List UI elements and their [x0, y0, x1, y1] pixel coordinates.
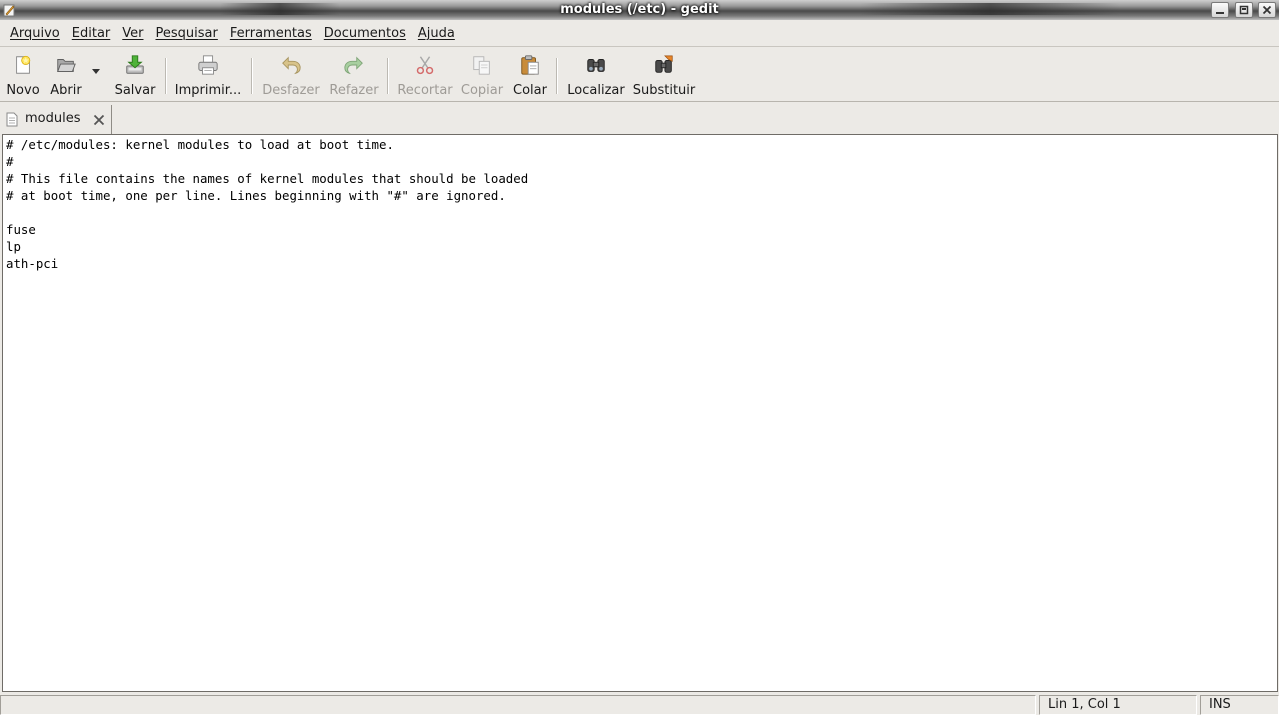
tab-modules[interactable]: modules — [2, 105, 112, 134]
status-message-panel — [0, 695, 1036, 715]
print-button[interactable]: Imprimir... — [175, 52, 241, 98]
print-button-label: Imprimir... — [174, 83, 242, 98]
copy-button-label: Copiar — [460, 83, 504, 98]
close-window-button[interactable] — [1258, 2, 1276, 18]
editor-line[interactable]: # /etc/modules: kernel modules to load a… — [3, 136, 1277, 153]
cursor-position: Lin 1, Col 1 — [1039, 695, 1197, 715]
find-button[interactable]: Localizar — [566, 52, 626, 98]
editor-line[interactable]: # — [3, 153, 1277, 170]
replace-button-label: Substituir — [632, 83, 696, 98]
save-button[interactable]: Salvar — [112, 52, 158, 98]
new-button-label: Novo — [6, 83, 40, 98]
editor-line[interactable] — [3, 204, 1277, 221]
minimize-icon — [1216, 12, 1224, 14]
toolbar-separator — [165, 58, 167, 94]
copy-icon — [473, 56, 490, 75]
toolbar-separator — [251, 58, 253, 94]
undo-button-label: Desfazer — [262, 83, 320, 98]
open-folder-icon — [57, 59, 76, 72]
editor-line[interactable]: fuse — [3, 221, 1277, 238]
editor-content[interactable]: # /etc/modules: kernel modules to load a… — [3, 135, 1277, 272]
menu-documentos[interactable]: Documentos — [318, 22, 412, 46]
window-title: modules (/etc) - gedit — [560, 2, 719, 17]
paste-clipboard-icon — [521, 55, 539, 75]
title-bar[interactable]: modules (/etc) - gedit — [0, 0, 1279, 20]
open-button[interactable]: Abrir — [48, 52, 84, 98]
cut-button[interactable]: Recortar — [397, 52, 453, 98]
menu-arquivo[interactable]: Arquivo — [4, 22, 66, 46]
undo-button[interactable]: Desfazer — [261, 52, 321, 98]
menu-editar[interactable]: Editar — [66, 22, 117, 46]
text-editor[interactable]: # /etc/modules: kernel modules to load a… — [2, 134, 1278, 692]
open-button-label: Abrir — [50, 83, 82, 98]
toolbar-separator — [556, 58, 558, 94]
cut-button-label: Recortar — [397, 83, 453, 98]
paste-button-label: Colar — [513, 83, 547, 98]
menu-ajuda[interactable]: Ajuda — [412, 22, 461, 46]
binoculars-icon — [587, 59, 605, 72]
close-tab-icon[interactable] — [92, 113, 106, 127]
menu-ferramentas[interactable]: Ferramentas — [224, 22, 318, 46]
new-button[interactable]: Novo — [6, 52, 40, 98]
paste-button[interactable]: Colar — [511, 52, 549, 98]
tab-label: modules — [25, 111, 81, 126]
replace-button[interactable]: Substituir — [632, 52, 696, 98]
open-recent-dropdown-icon[interactable] — [91, 67, 101, 75]
menu-pesquisar[interactable]: Pesquisar — [150, 22, 224, 46]
print-icon — [198, 55, 218, 75]
find-button-label: Localizar — [567, 83, 625, 98]
redo-button-label: Refazer — [329, 83, 379, 98]
new-document-icon — [16, 55, 31, 74]
undo-icon — [282, 56, 301, 75]
save-icon — [126, 55, 144, 74]
menu-bar: Arquivo Editar Ver Pesquisar Ferramentas… — [0, 21, 1279, 47]
maximize-icon — [1239, 5, 1249, 15]
status-bar: Lin 1, Col 1 INS — [0, 693, 1279, 715]
copy-button[interactable]: Copiar — [460, 52, 504, 98]
editor-line[interactable]: lp — [3, 238, 1277, 255]
toolbar: Novo Abrir Salvar Imprimir... Desfazer R… — [0, 48, 1279, 102]
redo-icon — [344, 56, 363, 75]
document-tab-strip: modules — [0, 103, 1279, 134]
text-document-icon — [6, 112, 18, 127]
find-replace-icon — [655, 55, 673, 73]
editor-line[interactable]: ath-pci — [3, 255, 1277, 272]
editor-line[interactable]: # at boot time, one per line. Lines begi… — [3, 187, 1277, 204]
redo-button[interactable]: Refazer — [328, 52, 380, 98]
save-button-label: Salvar — [114, 83, 156, 98]
close-icon — [1262, 5, 1272, 15]
menu-ver[interactable]: Ver — [116, 22, 149, 46]
scissors-icon — [416, 56, 434, 75]
maximize-button[interactable] — [1235, 2, 1253, 18]
editor-line[interactable]: # This file contains the names of kernel… — [3, 170, 1277, 187]
insert-mode-indicator: INS — [1200, 695, 1279, 715]
minimize-button[interactable] — [1211, 2, 1229, 18]
toolbar-separator — [387, 58, 389, 94]
